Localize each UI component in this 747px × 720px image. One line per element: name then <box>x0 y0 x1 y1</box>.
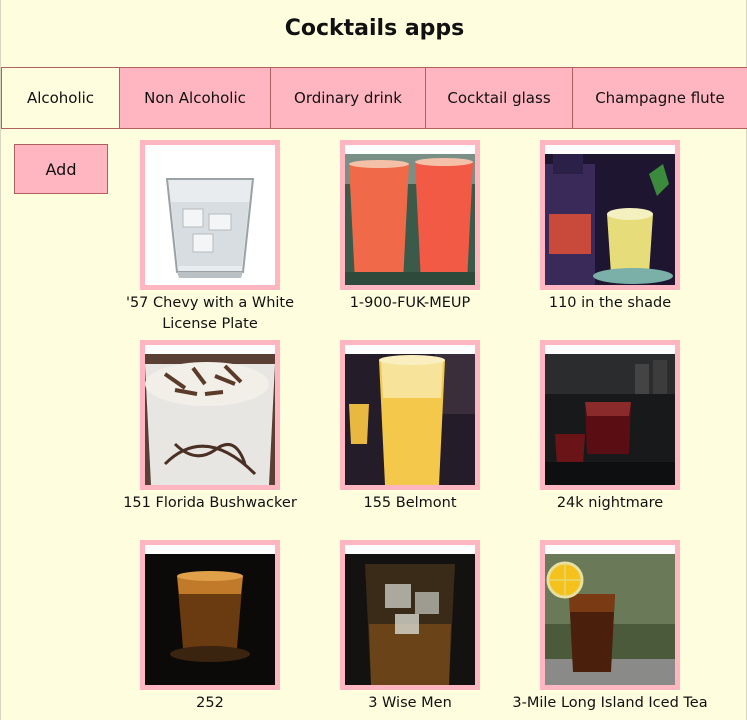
drink-name[interactable]: 24k nightmare <box>510 493 710 514</box>
drink-image[interactable] <box>340 140 480 290</box>
drink-image[interactable] <box>340 340 480 490</box>
drink-name[interactable]: 1-900-FUK-MEUP <box>310 293 510 314</box>
drink-image[interactable] <box>340 540 480 690</box>
tab-cocktail-glass[interactable]: Cocktail glass <box>426 67 573 129</box>
drink-name[interactable]: '57 Chevy with a White License Plate <box>110 293 310 335</box>
app-title: Cocktails apps <box>284 16 465 41</box>
drink-name[interactable]: 155 Belmont <box>310 493 510 514</box>
drink-name[interactable]: 110 in the shade <box>510 293 710 314</box>
drink-name[interactable]: 252 <box>110 693 310 714</box>
drink-card[interactable]: 3 Wise Men <box>310 540 510 714</box>
add-button[interactable]: Add <box>14 144 108 194</box>
drink-name[interactable]: 3-Mile Long Island Iced Tea <box>510 693 710 714</box>
drink-image[interactable] <box>540 540 680 690</box>
drink-card[interactable]: 155 Belmont <box>310 340 510 514</box>
drink-card[interactable]: 1-900-FUK-MEUP <box>310 140 510 314</box>
tab-ordinary-drink[interactable]: Ordinary drink <box>271 67 426 129</box>
category-tabs: Alcoholic Non Alcoholic Ordinary drink C… <box>1 67 747 129</box>
drink-card[interactable]: 252 <box>110 540 310 714</box>
drink-image[interactable] <box>540 140 680 290</box>
drink-card[interactable]: 24k nightmare <box>510 340 710 514</box>
drink-card[interactable]: 110 in the shade <box>510 140 710 314</box>
drink-image[interactable] <box>540 340 680 490</box>
drink-image[interactable] <box>140 540 280 690</box>
tab-alcoholic[interactable]: Alcoholic <box>1 67 120 129</box>
tab-champagne-flute[interactable]: Champagne flute <box>573 67 747 129</box>
drink-image[interactable] <box>140 140 280 290</box>
drink-card[interactable]: 3-Mile Long Island Iced Tea <box>510 540 710 714</box>
drink-name[interactable]: 3 Wise Men <box>310 693 510 714</box>
drink-card[interactable]: 151 Florida Bushwacker <box>110 340 310 514</box>
app-page: Cocktails apps Alcoholic Non Alcoholic O… <box>0 0 747 720</box>
tab-non-alcoholic[interactable]: Non Alcoholic <box>120 67 271 129</box>
drink-image[interactable] <box>140 340 280 490</box>
drink-name[interactable]: 151 Florida Bushwacker <box>110 493 310 514</box>
drink-card[interactable]: '57 Chevy with a White License Plate <box>110 140 310 335</box>
